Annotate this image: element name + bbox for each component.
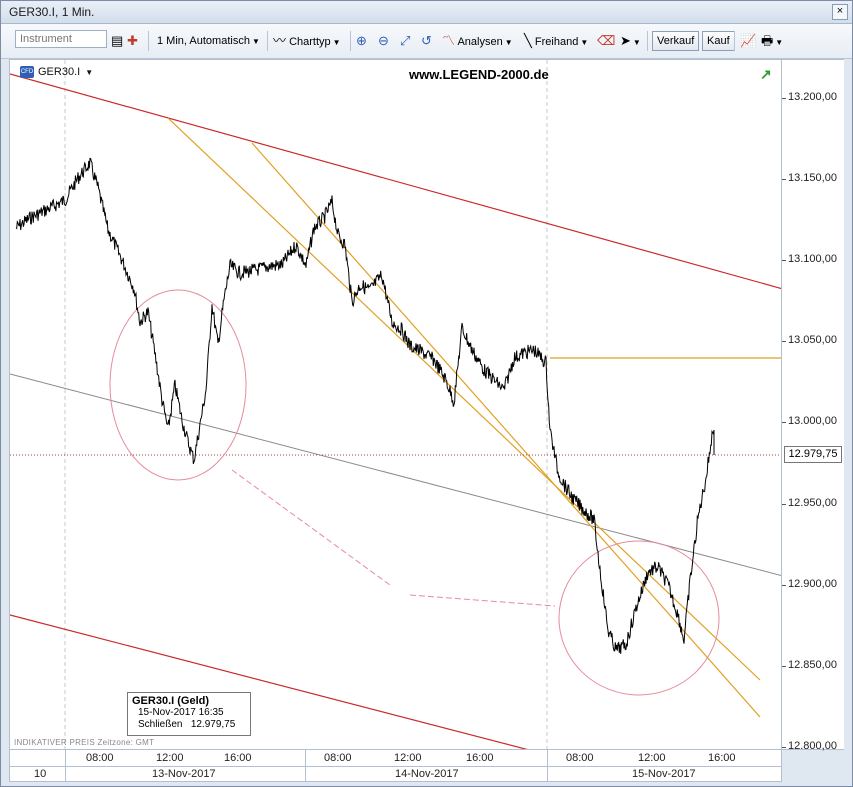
current-price-flag: 12.979,75 bbox=[784, 446, 842, 463]
axis-corner-label: 10 bbox=[34, 768, 47, 780]
buy-button[interactable]: Kauf bbox=[702, 31, 735, 51]
app-window: GER30.I, 1 Min. × ▤ ✚ 1 Min, Automatisch… bbox=[0, 0, 853, 787]
x-tick: 08:00 bbox=[324, 752, 352, 764]
x-day-label: 13-Nov-2017 bbox=[152, 768, 216, 780]
instrument-input[interactable] bbox=[15, 30, 107, 48]
chevron-down-icon: ▼ bbox=[85, 68, 94, 77]
chevron-down-icon: ▼ bbox=[580, 38, 589, 47]
x-tick: 12:00 bbox=[394, 752, 422, 764]
x-day-label: 15-Nov-2017 bbox=[632, 768, 696, 780]
cfd-badge: CFD bbox=[20, 66, 34, 79]
instrument-list-icon[interactable]: ▤ bbox=[111, 32, 123, 50]
chevron-down-icon: ▼ bbox=[332, 38, 341, 47]
channel-lower-orange bbox=[251, 142, 761, 718]
line-chart-icon: 〰 bbox=[273, 33, 287, 48]
close-button[interactable]: × bbox=[832, 4, 848, 20]
annotation-arrow bbox=[231, 469, 391, 586]
x-tick: 08:00 bbox=[566, 752, 594, 764]
chart-settings-icon[interactable]: 📈 bbox=[740, 32, 756, 50]
y-tick: 13.050,00 bbox=[788, 334, 837, 346]
channel-lower-red bbox=[10, 614, 528, 749]
auto-scale-icon[interactable]: ⤢ bbox=[400, 32, 410, 50]
chart-canvas[interactable]: CFD GER30.I ▼ www.LEGEND-2000.de ↗ GER30.… bbox=[9, 59, 782, 750]
x-tick: 12:00 bbox=[638, 752, 666, 764]
x-tick: 16:00 bbox=[466, 752, 494, 764]
chart-toolbar: ▤ ✚ 1 Min, Automatisch▼ 〰 Charttyp▼ ⊕ ⊖ … bbox=[1, 24, 852, 59]
draw-line-icon: ╲ bbox=[524, 33, 532, 48]
channel-upper-red bbox=[10, 73, 781, 290]
x-tick: 12:00 bbox=[156, 752, 184, 764]
trend-up-icon: ↗ bbox=[760, 66, 772, 82]
freihand-label: Freihand bbox=[534, 36, 579, 48]
freihand-dropdown[interactable]: ╲ Freihand ▼ bbox=[524, 32, 588, 50]
scale-label: Automatisch bbox=[189, 35, 250, 47]
eraser-icon[interactable]: ⌫ bbox=[597, 32, 615, 50]
analysen-label: Analysen bbox=[457, 36, 503, 48]
chevron-down-icon: ▼ bbox=[504, 38, 513, 47]
info-close-label: Schließen bbox=[138, 719, 183, 730]
price-chart bbox=[10, 60, 781, 749]
pointer-icon: ➤ bbox=[620, 33, 631, 48]
print-dropdown[interactable]: 🖶 ▼ bbox=[761, 32, 783, 50]
indicative-price-note: INDIKATIVER PREIS Zeitzone: GMT bbox=[14, 738, 155, 747]
interval-label: 1 Min, bbox=[157, 35, 187, 47]
annotation-arrow bbox=[409, 594, 556, 607]
watermark-text: www.LEGEND-2000.de bbox=[409, 67, 549, 82]
y-tick: 13.150,00 bbox=[788, 172, 837, 184]
cursor-dropdown[interactable]: ➤ ▼ bbox=[620, 32, 641, 50]
y-tick: 12.850,00 bbox=[788, 659, 837, 671]
info-date: 15-Nov-2017 16:35 bbox=[138, 707, 224, 718]
price-axis[interactable]: 13.200,00 13.150,00 13.100,00 13.050,00 … bbox=[782, 59, 844, 752]
chevron-down-icon: ▼ bbox=[775, 38, 784, 47]
info-close-value: 12.979,75 bbox=[190, 719, 236, 730]
chevron-down-icon: ▼ bbox=[632, 38, 641, 47]
x-tick: 16:00 bbox=[708, 752, 736, 764]
x-tick: 16:00 bbox=[224, 752, 252, 764]
zoom-out-icon[interactable]: ⊖ bbox=[378, 32, 389, 50]
sell-button[interactable]: Verkauf bbox=[652, 31, 700, 51]
info-title: GER30.I (Geld) bbox=[132, 695, 210, 707]
highlight-circle bbox=[109, 289, 247, 481]
y-tick: 12.900,00 bbox=[788, 578, 837, 590]
charttype-dropdown[interactable]: 〰 Charttyp ▼ bbox=[273, 32, 341, 50]
symbol-label: GER30.I bbox=[38, 66, 81, 78]
print-icon: 🖶 bbox=[761, 33, 774, 48]
chevron-down-icon: ▼ bbox=[251, 37, 260, 46]
ohlc-info-box: GER30.I (Geld) 15-Nov-2017 16:35 Schließ… bbox=[127, 692, 251, 736]
y-tick: 13.100,00 bbox=[788, 253, 837, 265]
title-bar: GER30.I, 1 Min. × bbox=[1, 1, 852, 24]
info-close: Schließen 12.979,75 bbox=[132, 719, 246, 731]
indicator-icon: 〽 bbox=[442, 33, 456, 48]
symbol-selector[interactable]: CFD GER30.I ▼ bbox=[20, 66, 94, 79]
x-tick: 08:00 bbox=[86, 752, 114, 764]
y-tick: 12.800,00 bbox=[788, 740, 837, 752]
price-series bbox=[15, 157, 715, 654]
zoom-in-icon[interactable]: ⊕ bbox=[356, 32, 367, 50]
y-tick: 13.000,00 bbox=[788, 415, 837, 427]
y-tick: 13.200,00 bbox=[788, 91, 837, 103]
analysen-dropdown[interactable]: 〽 Analysen ▼ bbox=[442, 32, 513, 50]
compare-icon[interactable]: ✚ bbox=[127, 32, 138, 50]
window-title: GER30.I, 1 Min. bbox=[9, 5, 95, 19]
y-tick: 12.950,00 bbox=[788, 497, 837, 509]
reset-icon[interactable]: ↺ bbox=[421, 32, 432, 50]
time-axis[interactable]: 08:00 12:00 16:00 08:00 12:00 16:00 08:0… bbox=[9, 750, 782, 782]
time-row: 08:00 12:00 16:00 08:00 12:00 16:00 08:0… bbox=[10, 750, 781, 767]
interval-dropdown[interactable]: 1 Min, Automatisch ▼ bbox=[157, 32, 260, 50]
x-day-label: 14-Nov-2017 bbox=[395, 768, 459, 780]
charttype-label: Charttyp bbox=[289, 36, 331, 48]
